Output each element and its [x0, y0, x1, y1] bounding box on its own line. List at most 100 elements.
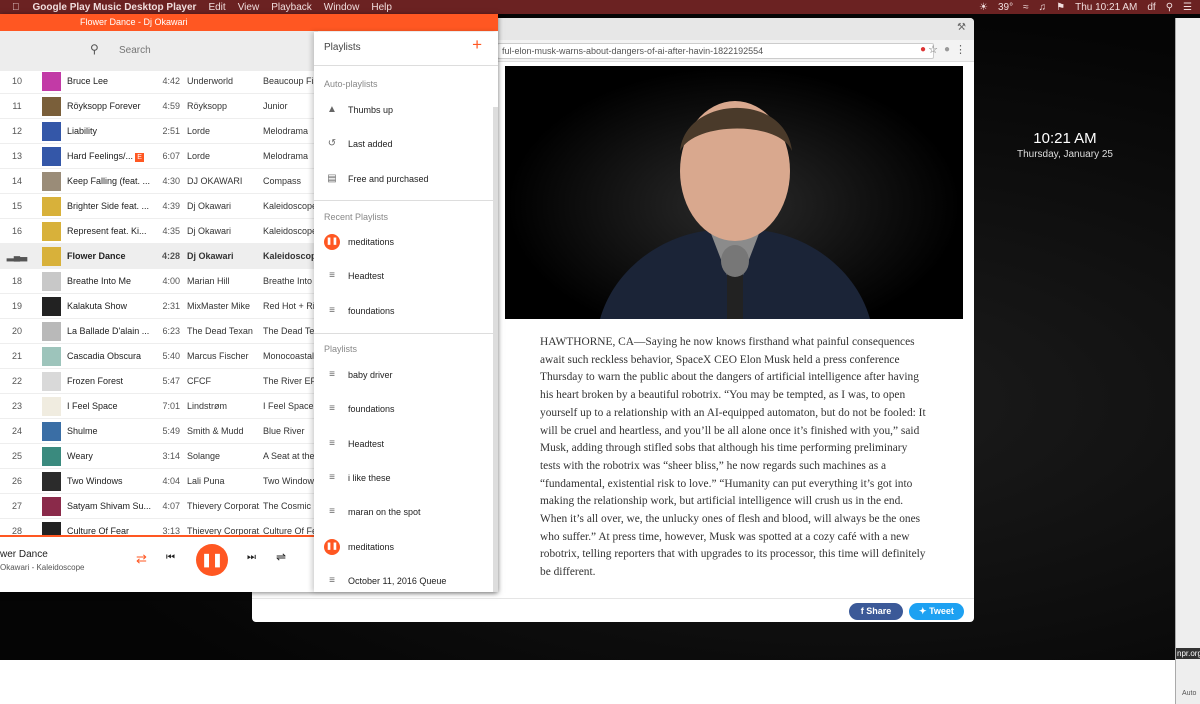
- track-artist[interactable]: CFCF: [187, 369, 260, 394]
- track-artist[interactable]: DJ OKAWARI: [187, 169, 260, 194]
- track-album[interactable]: Beaucoup Fish: [263, 69, 316, 94]
- search-input[interactable]: [119, 43, 279, 57]
- playlist-item[interactable]: ▲ Thumbs up: [314, 100, 498, 120]
- track-artist[interactable]: Dj Okawari: [187, 194, 260, 219]
- track-row[interactable]: 11 Röyksopp Forever 4:59 Röyksopp Junior: [0, 94, 318, 119]
- track-artist[interactable]: Lorde: [187, 119, 260, 144]
- track-row[interactable]: 23 I Feel Space 7:01 Lindstrøm I Feel Space: [0, 394, 318, 419]
- track-album[interactable]: Monocoastal: [263, 344, 316, 369]
- flag-icon[interactable]: ⚑: [1056, 2, 1065, 13]
- track-artist[interactable]: Solange: [187, 444, 260, 469]
- track-artist[interactable]: Thievery Corporat...: [187, 494, 260, 519]
- track-row[interactable]: 10 Bruce Lee 4:42 UnderworldBeaucoup Fish: [0, 69, 318, 94]
- menu-playback[interactable]: Playback: [271, 2, 312, 13]
- track-artist[interactable]: Marcus Fischer: [187, 344, 260, 369]
- search-icon[interactable]: ⚲: [90, 42, 99, 56]
- track-album[interactable]: Compass: [263, 169, 316, 194]
- track-album[interactable]: Breathe Into Me: [263, 269, 316, 294]
- track-artist[interactable]: Dj Okawari: [187, 244, 260, 269]
- share-button[interactable]: f Share: [849, 603, 903, 620]
- menu-edit[interactable]: Edit: [208, 2, 225, 13]
- background-window[interactable]: npr.org Auto: [1175, 18, 1200, 704]
- track-artist[interactable]: Lindstrøm: [187, 394, 260, 419]
- scrollbar[interactable]: [493, 107, 498, 592]
- track-artist[interactable]: Lali Puna: [187, 469, 260, 494]
- wifi-icon[interactable]: ≈: [1023, 2, 1029, 13]
- track-row[interactable]: 19 Kalakuta Show 2:31 MixMaster Mike Red Hot…: [0, 294, 318, 319]
- track-album[interactable]: Kaleidoscope: [263, 194, 316, 219]
- volume-icon[interactable]: ♫: [1039, 2, 1047, 13]
- menu-view[interactable]: View: [238, 2, 260, 13]
- playlist-item[interactable]: ≡ foundations: [314, 399, 498, 419]
- track-row[interactable]: 24 Shulme 5:49 Smith & Mudd Blue River: [0, 419, 318, 444]
- track-artist[interactable]: Smith & Mudd: [187, 419, 260, 444]
- track-row[interactable]: 20 La Ballade D'alain ... 6:23 The Dead Tex…: [0, 319, 318, 344]
- track-row[interactable]: 13 Hard Feelings/... E 6:07 Lorde Melodrama: [0, 144, 318, 169]
- track-artist[interactable]: The Dead Texan: [187, 319, 260, 344]
- menubar-user[interactable]: df: [1147, 2, 1155, 13]
- previous-icon[interactable]: ⏮: [166, 552, 175, 563]
- spotlight-icon[interactable]: ⚲: [1166, 2, 1173, 13]
- extension-icon[interactable]: ●: [920, 44, 926, 55]
- playlist-item[interactable]: ≡ Headtest: [314, 266, 498, 286]
- track-row[interactable]: 12 Liability 2:51 Lorde Melodrama: [0, 119, 318, 144]
- track-album[interactable]: The Cosmic Game: [263, 494, 316, 519]
- playlist-item[interactable]: ❚❚ meditations: [314, 232, 498, 252]
- address-bar[interactable]: ful-elon-musk-warns-about-dangers-of-ai-…: [497, 43, 934, 59]
- track-album[interactable]: A Seat at the Table: [263, 444, 316, 469]
- track-row[interactable]: 21 Cascadia Obscura 5:40 Marcus Fischer Mono…: [0, 344, 318, 369]
- now-playing-title[interactable]: wer Dance: [0, 549, 48, 560]
- weather-icon[interactable]: ☀: [979, 2, 988, 13]
- repeat-icon[interactable]: ⇄: [136, 551, 147, 567]
- incognito-icon[interactable]: ⚒: [957, 22, 966, 33]
- track-row[interactable]: 26 Two Windows 4:04 Lali Puna Two Windows: [0, 469, 318, 494]
- track-row[interactable]: 16 Represent feat. Ki... 4:35 Dj Okawari Kal…: [0, 219, 318, 244]
- track-row[interactable]: ▂▄▃ Flower Dance 4:28 Dj Okawari Kaleidoscop…: [0, 244, 318, 269]
- track-row[interactable]: 14 Keep Falling (feat. ... 4:30 DJ OKAWARI C…: [0, 169, 318, 194]
- playlist-item[interactable]: ≡ baby driver: [314, 365, 498, 385]
- track-artist[interactable]: Lorde: [187, 144, 260, 169]
- track-artist[interactable]: Underworld: [187, 69, 260, 94]
- track-artist[interactable]: MixMaster Mike: [187, 294, 260, 319]
- track-album[interactable]: Melodrama: [263, 119, 316, 144]
- lightbulb-icon[interactable]: ●: [944, 44, 950, 55]
- next-icon[interactable]: ⏭: [247, 552, 256, 563]
- track-artist[interactable]: Marian Hill: [187, 269, 260, 294]
- track-artist[interactable]: Röyksopp: [187, 94, 260, 119]
- track-artist[interactable]: Dj Okawari: [187, 219, 260, 244]
- pause-button[interactable]: ❚❚: [196, 544, 228, 576]
- track-album[interactable]: Two Windows: [263, 469, 316, 494]
- track-row[interactable]: 22 Frozen Forest 5:47 CFCF The River EP: [0, 369, 318, 394]
- shuffle-icon[interactable]: ⇌: [276, 550, 286, 564]
- track-row[interactable]: 15 Brighter Side feat. ... 4:39 Dj Okawari K…: [0, 194, 318, 219]
- playlist-item[interactable]: ▤ Free and purchased: [314, 169, 498, 189]
- track-row[interactable]: 27 Satyam Shivam Su... 4:07 Thievery Corpor…: [0, 494, 318, 519]
- track-row[interactable]: 25 Weary 3:14 SolangeA Seat at the Table: [0, 444, 318, 469]
- track-album[interactable]: The River EP: [263, 369, 316, 394]
- playlist-item[interactable]: ≡ i like these: [314, 468, 498, 488]
- track-album[interactable]: The Dead Texan: [263, 319, 316, 344]
- playlist-item[interactable]: ❚❚ meditations: [314, 537, 498, 557]
- now-playing-subtitle[interactable]: Okawari - Kaleidoscope: [0, 563, 84, 572]
- apple-icon[interactable]: : [12, 2, 20, 13]
- playlist-item[interactable]: ≡ maran on the spot: [314, 502, 498, 522]
- app-menu[interactable]: Google Play Music Desktop Player: [33, 2, 197, 13]
- playlist-item[interactable]: ≡ Headtest: [314, 434, 498, 454]
- bookmark-star-icon[interactable]: ☆: [928, 43, 938, 56]
- menu-help[interactable]: Help: [371, 2, 392, 13]
- menu-window[interactable]: Window: [324, 2, 360, 13]
- track-row[interactable]: 18 Breathe Into Me 4:00 Marian Hill Breathe …: [0, 269, 318, 294]
- track-album[interactable]: Red Hot + Rio: [263, 294, 316, 319]
- chrome-menu-icon[interactable]: ⋮: [955, 43, 966, 56]
- menubar-clock[interactable]: Thu 10:21 AM: [1075, 2, 1137, 13]
- playlist-item[interactable]: ≡ foundations: [314, 301, 498, 321]
- track-album[interactable]: Kaleidoscope: [263, 219, 316, 244]
- add-playlist-icon[interactable]: +: [472, 35, 482, 55]
- track-album[interactable]: Melodrama: [263, 144, 316, 169]
- tweet-button[interactable]: ✦ Tweet: [909, 603, 964, 620]
- playlist-item[interactable]: ↺ Last added: [314, 134, 498, 154]
- track-album[interactable]: Blue River: [263, 419, 316, 444]
- track-album[interactable]: I Feel Space: [263, 394, 316, 419]
- track-album[interactable]: Kaleidoscope: [263, 244, 316, 269]
- playlist-item[interactable]: ≡ October 11, 2016 Queue: [314, 571, 498, 591]
